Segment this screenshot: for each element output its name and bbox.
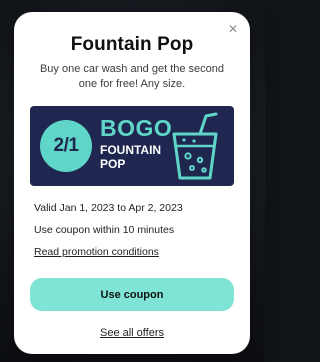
use-coupon-button[interactable]: Use coupon	[30, 278, 234, 311]
banner-line-1: FOUNTAIN	[100, 143, 162, 157]
validity-dates: Valid Jan 1, 2023 to Apr 2, 2023	[34, 202, 183, 214]
banner-text: BOGO FOUNTAIN POP	[100, 116, 172, 171]
close-button[interactable]: ✕	[226, 22, 240, 36]
see-all-offers-link[interactable]: See all offers	[30, 327, 234, 339]
banner-line-2: POP	[100, 157, 126, 171]
bogo-badge: 2/1	[40, 120, 92, 172]
promotion-conditions-link[interactable]: Read promotion conditions	[34, 246, 159, 258]
offer-title: Fountain Pop	[70, 34, 194, 55]
offer-subtitle: Buy one car wash and get the second one …	[39, 63, 225, 90]
banner-headline: BOGO	[100, 115, 173, 141]
usage-note: Use coupon within 10 minutes	[34, 224, 175, 236]
offer-modal: ✕ Fountain Pop Buy one car wash and get …	[14, 12, 250, 354]
offer-details: Valid Jan 1, 2023 to Apr 2, 2023 Use cou…	[30, 200, 234, 260]
fountain-drink-icon	[172, 112, 218, 180]
promo-banner: 2/1 BOGO FOUNTAIN POP	[30, 106, 234, 186]
